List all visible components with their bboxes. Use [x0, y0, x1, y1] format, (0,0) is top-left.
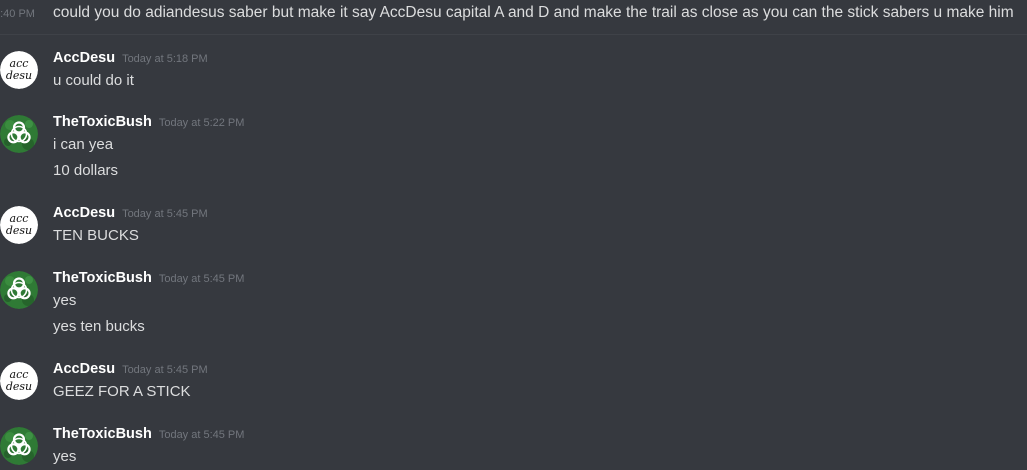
username[interactable]: AccDesu	[53, 205, 115, 221]
message-text: 10 dollars	[53, 162, 119, 179]
accdesu-avatar[interactable]: acc desu	[0, 51, 38, 89]
message-group: TheToxicBush Today at 5:22 PM i can yea 1…	[0, 113, 1027, 183]
message-text: could you do adiandesus saber but make i…	[53, 4, 1014, 21]
message-text: i can yea	[53, 136, 114, 153]
timestamp: Today at 5:45 PM	[122, 364, 208, 376]
timestamp: Today at 5:45 PM	[122, 208, 208, 220]
message-text: yes ten bucks	[53, 318, 145, 335]
message-header: AccDesu Today at 5:18 PM	[53, 49, 208, 69]
avatar-text-bottom: desu	[6, 380, 32, 393]
avatar-text-bottom: desu	[6, 69, 32, 82]
message-divider	[0, 34, 1027, 35]
biohazard-avatar[interactable]	[0, 115, 38, 153]
accdesu-avatar[interactable]: acc desu	[0, 362, 38, 400]
message-text: u could do it	[53, 72, 134, 89]
message-group: TheToxicBush Today at 5:45 PM yes yes ten…	[0, 269, 1027, 339]
message-text: TEN BUCKS	[53, 227, 139, 244]
username[interactable]: TheToxicBush	[53, 426, 152, 442]
message-text: GEEZ FOR A STICK	[53, 383, 191, 400]
message-header: TheToxicBush Today at 5:45 PM	[53, 425, 244, 445]
username[interactable]: TheToxicBush	[53, 270, 152, 286]
message-group: acc desu AccDesu Today at 5:45 PM TEN BUC…	[0, 204, 1027, 254]
message-continuation[interactable]: 4:40 PM could you do adiandesus saber bu…	[0, 1, 1027, 27]
message-header: TheToxicBush Today at 5:45 PM	[53, 269, 244, 289]
timestamp: Today at 5:45 PM	[158, 273, 245, 285]
message-header: AccDesu Today at 5:45 PM	[53, 360, 208, 380]
username[interactable]: AccDesu	[53, 361, 115, 377]
message-time: 4:40 PM	[0, 8, 35, 20]
biohazard-avatar[interactable]	[0, 271, 38, 309]
timestamp: Today at 5:22 PM	[158, 117, 245, 129]
message-text: yes	[53, 292, 77, 309]
message-group: acc desu AccDesu Today at 5:45 PM GEEZ FO…	[0, 360, 1027, 410]
message-text: yes	[53, 448, 77, 465]
message-header: AccDesu Today at 5:45 PM	[53, 204, 208, 224]
username[interactable]: AccDesu	[53, 50, 115, 66]
chat-messages: 4:40 PM could you do adiandesus saber bu…	[0, 0, 1027, 470]
message-group: TheToxicBush Today at 5:45 PM yes	[0, 425, 1027, 470]
message-group: acc desu AccDesu Today at 5:18 PM u could…	[0, 49, 1027, 99]
biohazard-avatar[interactable]	[0, 427, 38, 465]
avatar-text-bottom: desu	[6, 224, 32, 237]
timestamp: Today at 5:45 PM	[158, 429, 245, 441]
username[interactable]: TheToxicBush	[53, 114, 152, 130]
accdesu-avatar[interactable]: acc desu	[0, 206, 38, 244]
message-header: TheToxicBush Today at 5:22 PM	[53, 113, 244, 133]
timestamp: Today at 5:18 PM	[122, 53, 208, 65]
